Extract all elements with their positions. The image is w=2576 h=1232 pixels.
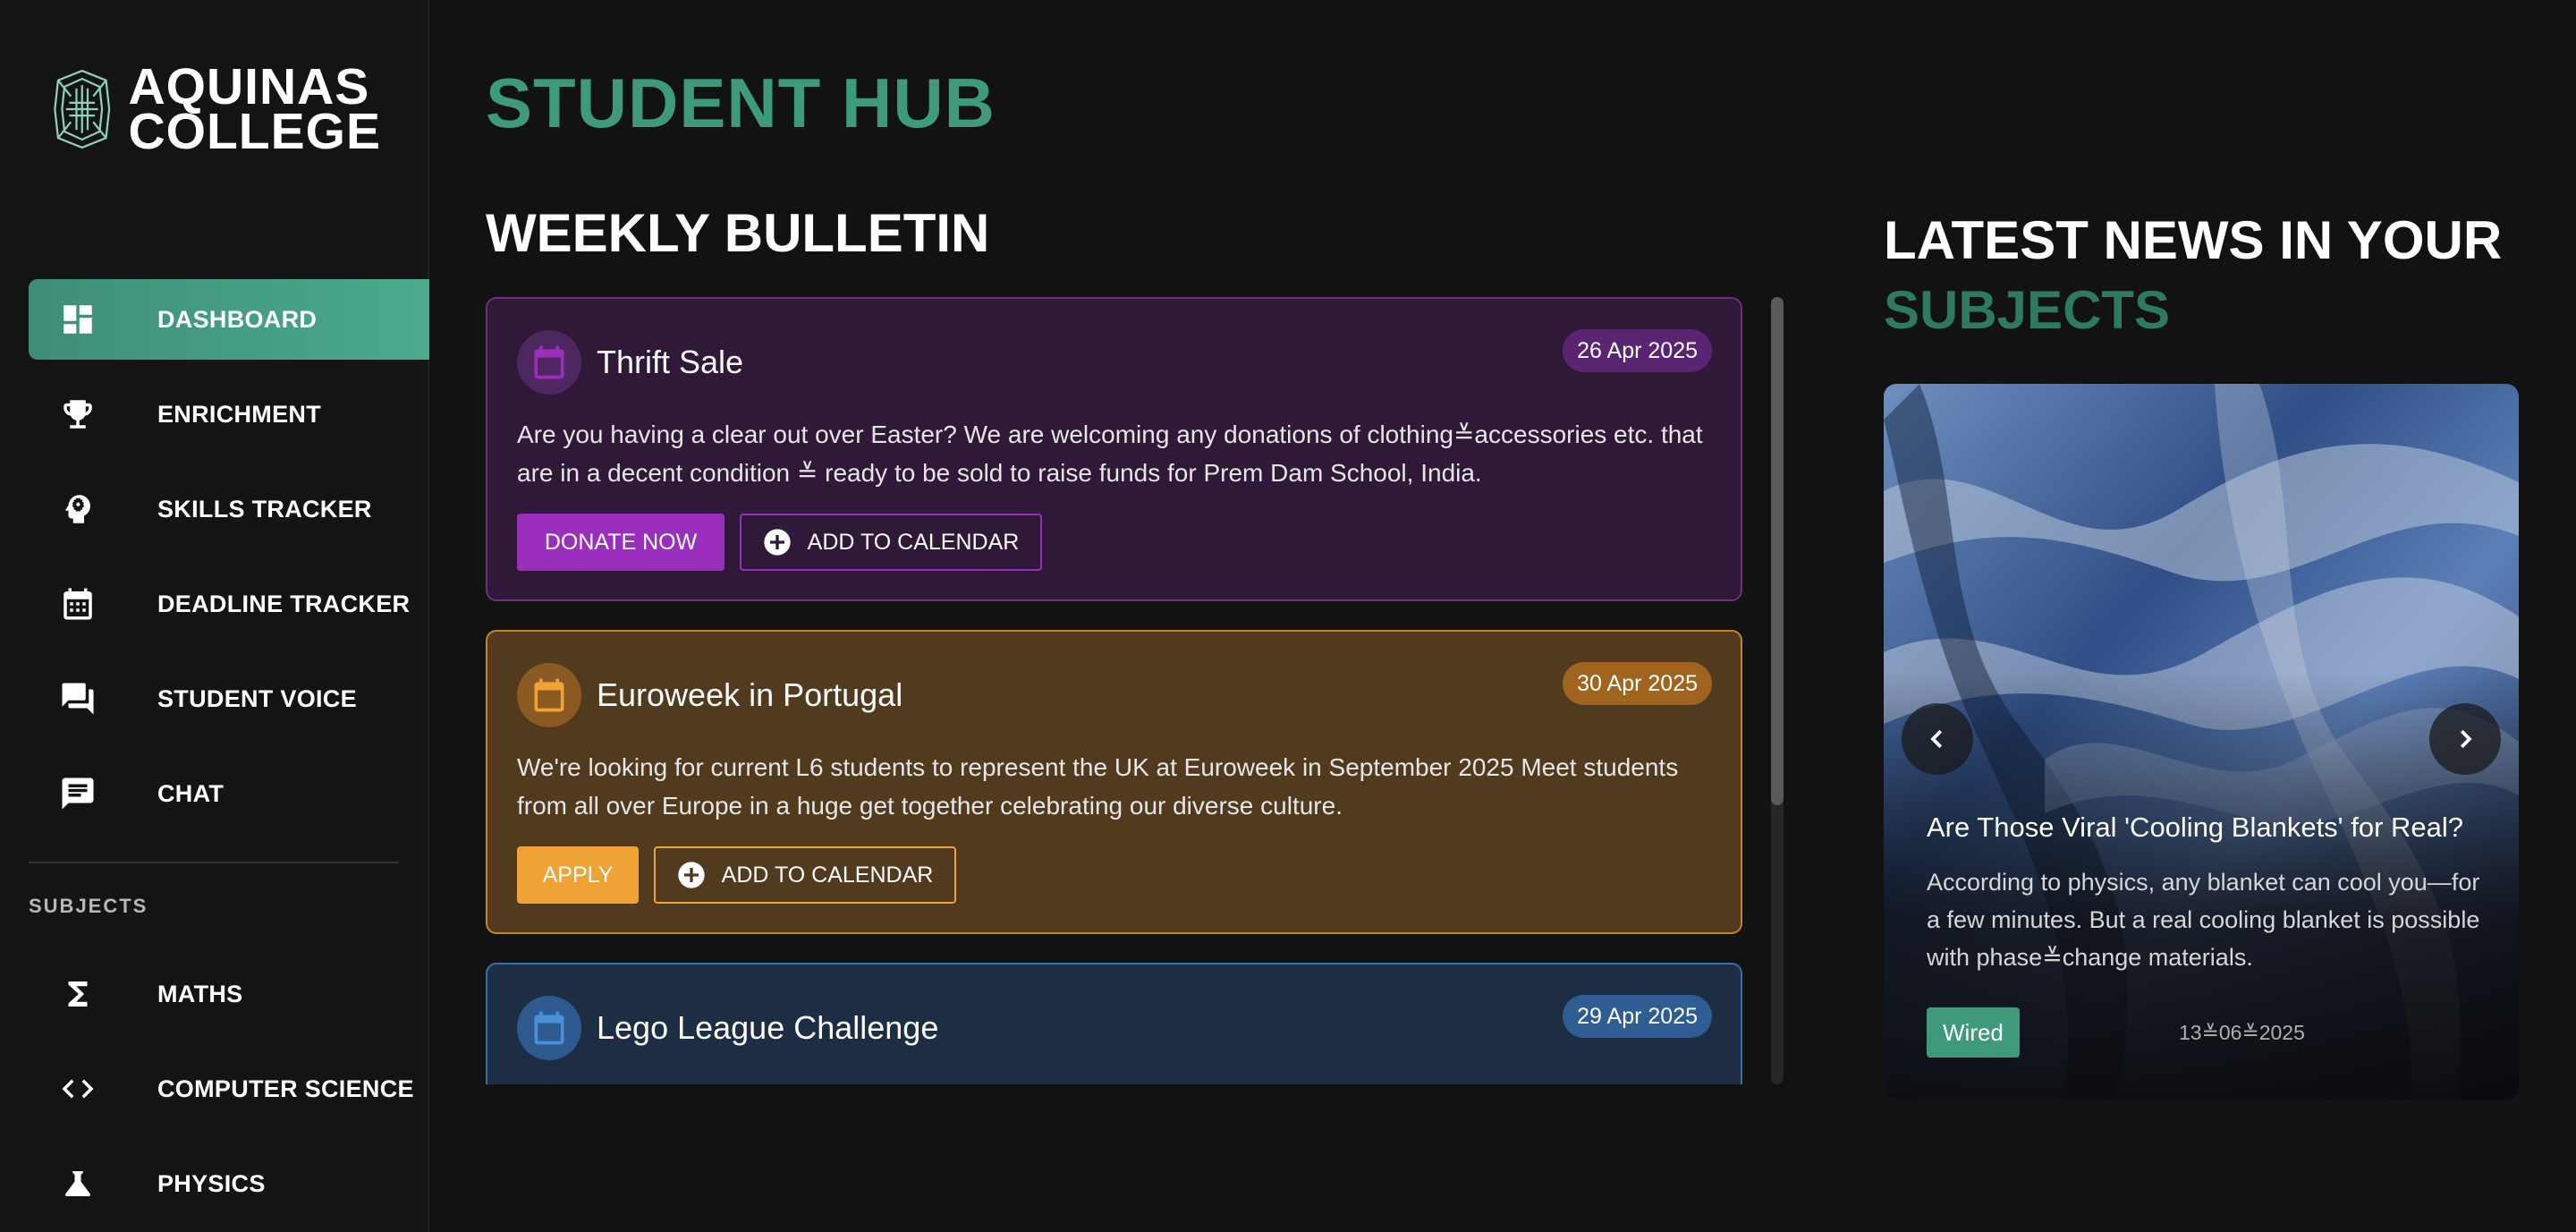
donate-now-button[interactable]: DONATE NOW bbox=[517, 514, 724, 571]
brain-gear-icon bbox=[59, 490, 97, 528]
nav-label: STUDENT VOICE bbox=[157, 684, 357, 712]
nav-item-computer-science[interactable]: COMPUTER SCIENCE bbox=[29, 1049, 429, 1129]
nav-item-deadline-tracker[interactable]: DEADLINE TRACKER bbox=[29, 564, 429, 644]
news-date: 13≚06≚2025 bbox=[2179, 1021, 2305, 1044]
flask-icon bbox=[59, 1165, 97, 1202]
nav-item-student-voice[interactable]: STUDENT VOICE bbox=[29, 658, 429, 739]
scrollbar-thumb[interactable] bbox=[1771, 297, 1784, 805]
nav-item-physics[interactable]: PHYSICS bbox=[29, 1143, 429, 1224]
bulletin-list[interactable]: Thrift Sale 26 Apr 2025 Are you having a… bbox=[486, 297, 1742, 1084]
news-headline[interactable]: Are Those Viral 'Cooling Blankets' for R… bbox=[1927, 811, 2490, 844]
add-to-calendar-button[interactable]: ADD TO CALENDAR bbox=[654, 846, 956, 904]
news-image-overlay bbox=[1884, 384, 2519, 1100]
card-description: We're looking for current L6 students to… bbox=[517, 753, 1679, 820]
subjects-heading: SUBJECTS bbox=[29, 895, 148, 917]
calendar-icon bbox=[59, 585, 97, 623]
nav-label: DASHBOARD bbox=[157, 305, 318, 333]
calendar-icon bbox=[517, 996, 581, 1060]
trophy-icon bbox=[59, 395, 97, 433]
date-badge: 29 Apr 2025 bbox=[1563, 995, 1712, 1038]
nav-label: SKILLS TRACKER bbox=[157, 495, 372, 523]
dashboard-icon bbox=[59, 301, 97, 338]
code-icon bbox=[59, 1070, 97, 1108]
college-logo[interactable]: AQUINAS COLLEGE bbox=[50, 59, 381, 159]
add-to-calendar-button[interactable]: ADD TO CALENDAR bbox=[740, 514, 1042, 571]
sidebar-divider bbox=[29, 862, 399, 863]
nav-item-enrichment[interactable]: ENRICHMENT bbox=[29, 374, 429, 455]
card-description: Are you having a clear out over Easter? … bbox=[517, 421, 1703, 487]
add-circle-icon bbox=[678, 862, 705, 888]
nav-label: DEADLINE TRACKER bbox=[157, 590, 411, 617]
nav-label: PHYSICS bbox=[157, 1169, 266, 1197]
button-label: ADD TO CALENDAR bbox=[721, 862, 934, 888]
add-circle-icon bbox=[764, 529, 791, 556]
carousel-prev-button[interactable] bbox=[1902, 703, 1973, 775]
chevron-left-icon bbox=[1930, 729, 1943, 749]
carousel-next-button[interactable] bbox=[2429, 703, 2501, 775]
card-title: Thrift Sale bbox=[597, 344, 744, 380]
nav-label: CHAT bbox=[157, 779, 225, 807]
bulletin-card: Thrift Sale 26 Apr 2025 Are you having a… bbox=[486, 297, 1742, 601]
bulletin-title: WEEKLY BULLETIN bbox=[486, 203, 990, 263]
news-carousel[interactable]: Are Those Viral 'Cooling Blankets' for R… bbox=[1884, 384, 2519, 1100]
news-title-line2: SUBJECTS bbox=[1884, 280, 2171, 340]
date-badge: 26 Apr 2025 bbox=[1563, 329, 1712, 372]
calendar-icon bbox=[517, 663, 581, 727]
college-name: AQUINAS COLLEGE bbox=[128, 62, 381, 160]
apply-button[interactable]: APPLY bbox=[517, 846, 639, 904]
nav-item-dashboard[interactable]: DASHBOARD bbox=[29, 279, 429, 360]
bulletin-scrollbar[interactable] bbox=[1771, 297, 1784, 1084]
calendar-icon bbox=[517, 330, 581, 395]
college-name-line2: COLLEGE bbox=[128, 103, 381, 160]
card-title: Euroweek in Portugal bbox=[597, 676, 903, 713]
card-title: Lego League Challenge bbox=[597, 1009, 939, 1046]
button-label: ADD TO CALENDAR bbox=[807, 529, 1020, 555]
chat-icon bbox=[59, 775, 97, 812]
nav-item-maths[interactable]: MATHS bbox=[29, 954, 429, 1034]
sidebar: AQUINAS COLLEGE DASHBOARD ENRICHMENT SKI… bbox=[0, 0, 429, 1232]
chevron-right-icon bbox=[2460, 729, 2472, 749]
date-badge: 30 Apr 2025 bbox=[1563, 662, 1712, 705]
page-title: STUDENT HUB bbox=[486, 64, 996, 142]
news-title-line1: LATEST NEWS IN YOUR bbox=[1884, 210, 2503, 270]
news-summary: According to physics, any blanket can co… bbox=[1927, 869, 2480, 971]
nav-label: COMPUTER SCIENCE bbox=[157, 1075, 414, 1102]
bulletin-card: Euroweek in Portugal 30 Apr 2025 We're l… bbox=[486, 630, 1742, 934]
nav-label: MATHS bbox=[157, 980, 243, 1007]
bulletin-card: Lego League Challenge 29 Apr 2025 bbox=[486, 963, 1742, 1084]
college-crest-icon bbox=[54, 69, 111, 149]
nav-item-skills-tracker[interactable]: SKILLS TRACKER bbox=[29, 469, 429, 549]
forum-icon bbox=[59, 680, 97, 718]
news-source-badge: Wired bbox=[1927, 1007, 2020, 1058]
nav-label: ENRICHMENT bbox=[157, 400, 321, 428]
news-section-title: LATEST NEWS IN YOUR SUBJECTS bbox=[1884, 206, 2502, 345]
nav-item-chat[interactable]: CHAT bbox=[29, 753, 429, 834]
sigma-icon bbox=[59, 975, 97, 1013]
